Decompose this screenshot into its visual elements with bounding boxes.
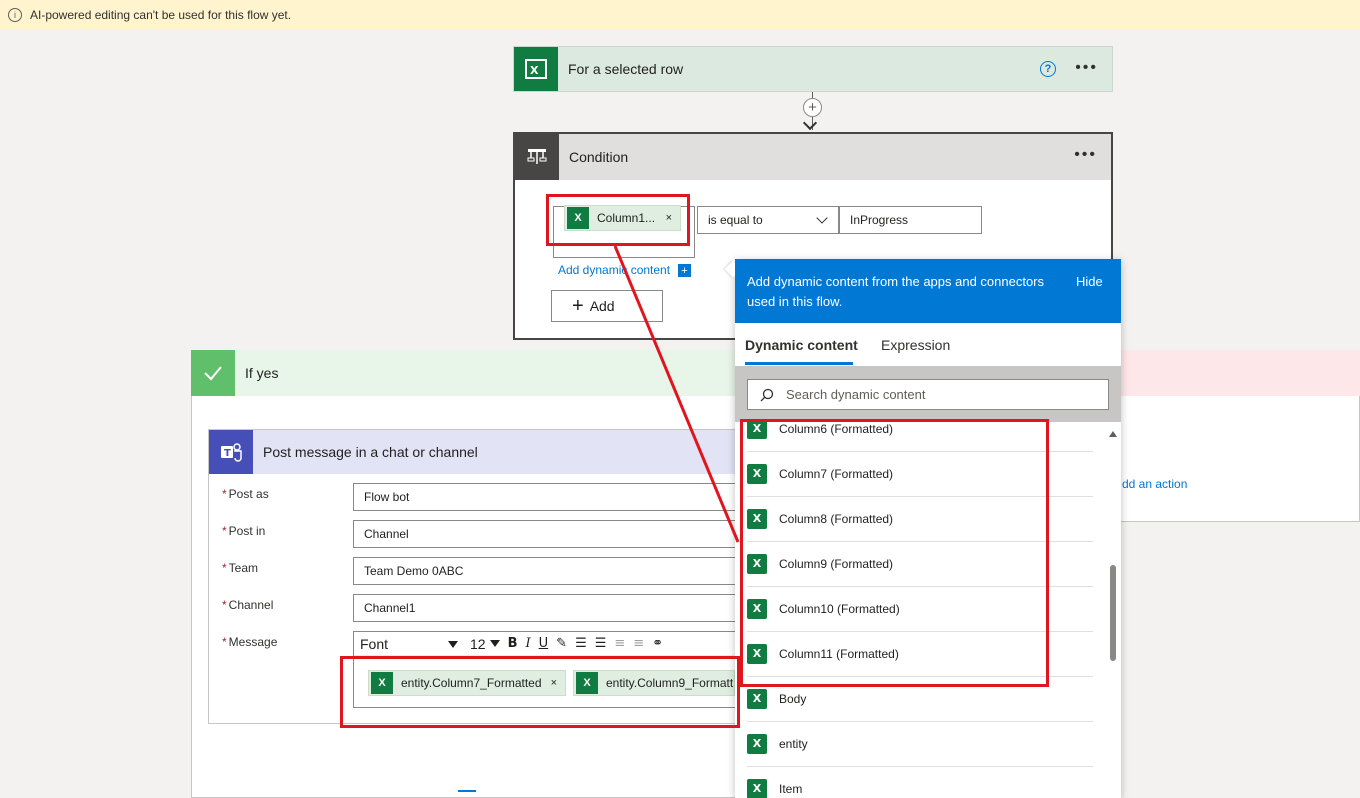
bullet-list-icon[interactable]: ☰ (575, 636, 587, 651)
add-dynamic-content-link[interactable]: Add dynamic content (558, 263, 670, 277)
bold-icon[interactable]: B (508, 636, 518, 651)
panel-header-text: Add dynamic content from the apps and co… (747, 274, 1045, 309)
teams-action-title: Post message in a chat or channel (263, 444, 478, 460)
list-item[interactable]: X Item (747, 766, 1093, 798)
numbered-list-icon[interactable]: ☰ (595, 636, 607, 651)
channel-input[interactable]: Channel1 (353, 594, 736, 622)
search-input[interactable]: Search dynamic content (747, 379, 1109, 410)
annotation-box-condition (546, 194, 690, 246)
scroll-up-icon[interactable] (1109, 431, 1117, 437)
info-icon: i (8, 8, 22, 22)
more-options-icon[interactable]: ••• (1074, 146, 1097, 164)
link-icon[interactable]: ⚭ (652, 636, 663, 651)
team-input[interactable]: Team Demo 0ABC (353, 557, 736, 585)
post-as-label: * Post as (222, 487, 269, 501)
excel-icon: X (514, 47, 558, 91)
add-condition-button[interactable]: + Add (551, 290, 663, 322)
excel-icon: X (747, 733, 767, 754)
post-as-input[interactable]: Flow bot (353, 483, 736, 511)
arrow-down-icon (802, 115, 818, 131)
if-no-header (1120, 350, 1360, 396)
post-in-label: * Post in (222, 524, 266, 538)
operator-select[interactable]: is equal to (697, 206, 839, 234)
font-select[interactable]: Font (354, 636, 460, 652)
caret-down-icon (448, 640, 458, 648)
trigger-card[interactable]: X For a selected row ? ••• (513, 46, 1113, 92)
banner-text: AI-powered editing can't be used for thi… (30, 8, 292, 22)
svg-text:T: T (224, 448, 231, 459)
tab-active-indicator (745, 362, 853, 365)
check-icon (191, 350, 235, 396)
add-an-action-link[interactable]: dd an action (1122, 477, 1187, 491)
team-label: * Team (222, 561, 259, 575)
search-icon (760, 388, 774, 402)
message-toolbar: Font 12 B I U ✎ ☰ ☰ ≡ ≡ ⚭ (354, 632, 735, 656)
trigger-title: For a selected row (568, 61, 684, 77)
font-size-select[interactable]: 12 (470, 636, 500, 652)
insert-step-icon[interactable]: + (803, 98, 822, 117)
tab-expression[interactable]: Expression (881, 337, 950, 353)
highlight-icon[interactable]: ✎ (556, 636, 567, 651)
post-in-input[interactable]: Channel (353, 520, 736, 548)
excel-icon: X (747, 688, 767, 709)
excel-icon: X (747, 778, 767, 798)
plus-icon: + (572, 294, 584, 317)
list-item[interactable]: Xentity (747, 721, 1093, 767)
help-icon[interactable]: ? (1040, 61, 1056, 77)
info-banner: i AI-powered editing can't be used for t… (0, 0, 1360, 30)
condition-icon (515, 134, 559, 180)
chevron-down-icon (816, 212, 828, 224)
hide-panel-button[interactable]: Hide (1076, 274, 1103, 289)
teams-icon: T (209, 430, 253, 474)
message-label: * Message (222, 635, 278, 649)
add-dynamic-plus-icon[interactable]: + (678, 264, 691, 277)
more-options-icon[interactable]: ••• (1075, 59, 1098, 77)
italic-icon[interactable]: I (526, 636, 531, 651)
if-yes-title: If yes (245, 365, 279, 381)
caret-down-icon (489, 640, 500, 647)
tab-dynamic-content[interactable]: Dynamic content (745, 337, 858, 353)
underline-icon[interactable]: U (539, 636, 549, 651)
indent-icon[interactable]: ≡ (633, 636, 644, 651)
if-yes-header[interactable]: If yes (191, 350, 736, 396)
channel-label: * Channel (222, 598, 274, 612)
annotation-box-list (740, 419, 1049, 687)
condition-title: Condition (569, 149, 629, 165)
annotation-box-message (340, 656, 740, 728)
scrollbar-thumb[interactable] (1110, 565, 1116, 661)
outdent-icon[interactable]: ≡ (614, 636, 625, 651)
add-action-icon[interactable] (458, 790, 476, 798)
condition-value-input[interactable]: InProgress (839, 206, 982, 234)
svg-text:X: X (530, 64, 539, 77)
